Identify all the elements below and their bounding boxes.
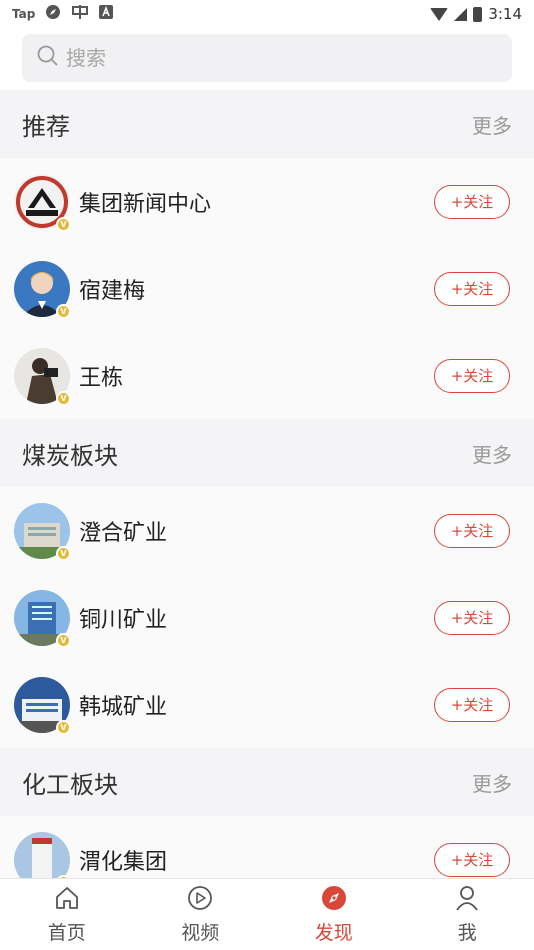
verified-badge-icon: V (56, 216, 71, 232)
follow-button[interactable]: +关注 (434, 184, 510, 219)
follow-button[interactable]: +关注 (434, 600, 510, 635)
follow-button[interactable]: +关注 (434, 513, 510, 548)
a-status-icon (99, 5, 114, 23)
tab-label: 发现 (314, 922, 353, 944)
tab-label: 我 (457, 922, 477, 944)
bottom-tab-bar: 首页 视频 发现 我 (0, 878, 534, 950)
recommend-list: V 集团新闻中心 +关注 V 宿建梅 +关注 V 王栋 +关注 (0, 158, 534, 419)
search-input[interactable] (66, 46, 446, 70)
signal-icon (454, 7, 468, 21)
avatar: V (14, 173, 71, 232)
more-link[interactable]: 更多 (472, 110, 512, 139)
tab-label: 视频 (181, 922, 220, 944)
status-time: 3:14 (488, 5, 522, 23)
status-right: 3:14 (430, 5, 522, 23)
list-item[interactable]: V 铜川矿业 +关注 (0, 574, 534, 661)
list-item[interactable]: V 澄合矿业 +关注 (0, 487, 534, 574)
status-left: Tap (12, 4, 114, 24)
tab-discover[interactable]: 发现 (267, 879, 401, 950)
status-bar: Tap 3:14 (0, 0, 534, 28)
avatar: V (14, 589, 71, 648)
section-header-recommend: 推荐 更多 (0, 90, 534, 158)
list-item[interactable]: V 集团新闻中心 +关注 (0, 158, 534, 245)
search-box[interactable] (22, 34, 512, 82)
list-item[interactable]: V 韩城矿业 +关注 (0, 661, 534, 748)
tap-status-icon: Tap (12, 7, 36, 21)
account-name: 王栋 (79, 365, 124, 391)
more-link[interactable]: 更多 (472, 768, 512, 797)
avatar: V (14, 502, 71, 561)
home-icon (53, 884, 81, 916)
follow-button[interactable]: +关注 (434, 842, 510, 877)
tab-me[interactable]: 我 (401, 879, 534, 950)
avatar-photo (14, 831, 70, 878)
app-status-icon (71, 4, 89, 24)
section-title: 化工板块 (22, 770, 118, 799)
verified-badge-icon: V (56, 390, 71, 406)
account-name: 澄合矿业 (79, 520, 168, 546)
section-header-chemical: 化工板块 更多 (0, 748, 534, 816)
tab-label: 首页 (47, 922, 86, 944)
follow-button[interactable]: +关注 (434, 271, 510, 306)
account-name: 韩城矿业 (79, 694, 168, 720)
avatar: V (14, 831, 71, 878)
verified-badge-icon: V (56, 545, 71, 561)
compass-icon (320, 884, 348, 916)
list-item[interactable]: V 宿建梅 +关注 (0, 245, 534, 332)
tab-home[interactable]: 首页 (0, 879, 134, 950)
verified-badge-icon: V (56, 632, 71, 648)
section-title: 煤炭板块 (22, 441, 118, 470)
more-link[interactable]: 更多 (472, 439, 512, 468)
wifi-icon (430, 7, 449, 21)
list-item[interactable]: V 王栋 +关注 (0, 332, 534, 419)
compass-status-icon (45, 4, 61, 24)
coal-list: V 澄合矿业 +关注 V 铜川矿业 +关注 V 韩城矿业 +关注 (0, 487, 534, 748)
chemical-list: V 渭化集团 +关注 (0, 816, 534, 878)
account-name: 铜川矿业 (79, 607, 168, 633)
tab-video[interactable]: 视频 (134, 879, 268, 950)
play-icon (186, 884, 214, 916)
verified-badge-icon: V (56, 719, 71, 735)
follow-button[interactable]: +关注 (434, 358, 510, 393)
avatar: V (14, 347, 71, 406)
avatar: V (14, 260, 71, 319)
verified-badge-icon: V (56, 303, 71, 319)
search-icon (36, 44, 60, 72)
content-scroll[interactable]: 推荐 更多 V 集团新闻中心 +关注 V 宿建梅 +关注 V 王栋 +关注 煤炭… (0, 90, 534, 878)
account-name: 宿建梅 (79, 278, 146, 304)
person-icon (453, 884, 481, 916)
avatar: V (14, 676, 71, 735)
section-title: 推荐 (22, 112, 70, 141)
list-item[interactable]: V 渭化集团 +关注 (0, 816, 534, 878)
follow-button[interactable]: +关注 (434, 687, 510, 722)
account-name: 集团新闻中心 (79, 191, 212, 217)
battery-icon (473, 6, 483, 22)
account-name: 渭化集团 (79, 849, 168, 875)
section-header-coal: 煤炭板块 更多 (0, 419, 534, 487)
